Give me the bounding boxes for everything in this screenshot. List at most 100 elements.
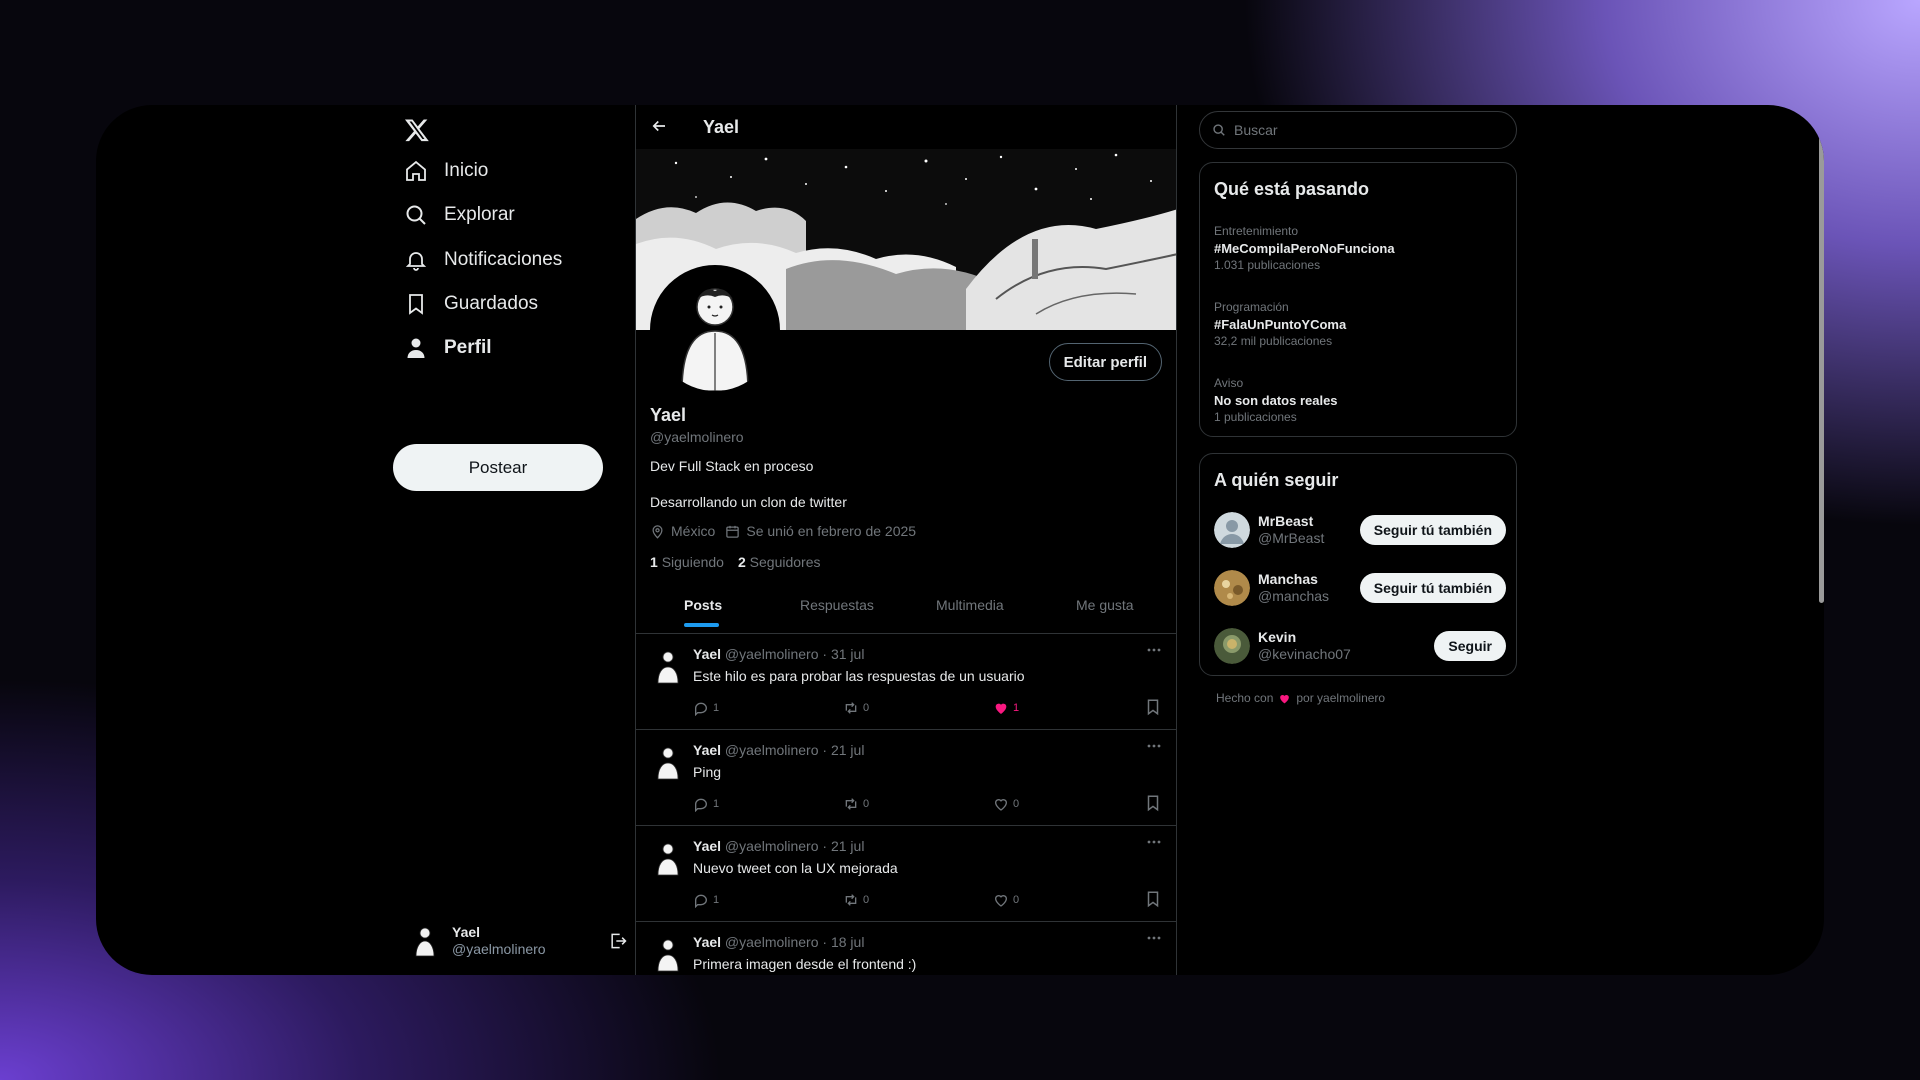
more-options-icon[interactable] — [1146, 834, 1162, 850]
right-sidebar: Qué está pasando Entretenimiento #MeComp… — [1177, 105, 1824, 975]
tweet-avatar[interactable] — [653, 744, 683, 780]
follow-button[interactable]: Seguir tú también — [1359, 573, 1506, 603]
heart-icon — [1280, 694, 1290, 703]
post-button[interactable]: Postear — [393, 444, 603, 491]
follow-button[interactable]: Seguir tú también — [1359, 515, 1506, 545]
sidebar-item-explorar[interactable]: Explorar — [404, 203, 515, 227]
trend-item[interactable]: Programación #FalaUnPuntoYComa 32,2 mil … — [1214, 299, 1346, 350]
trend-item[interactable]: Entretenimiento #MeCompilaPeroNoFunciona… — [1214, 223, 1395, 274]
sidebar-item-label: Guardados — [444, 293, 539, 314]
trend-item[interactable]: Aviso No son datos reales 1 publicacione… — [1214, 375, 1338, 426]
retweet-button[interactable]: 0 — [843, 892, 869, 908]
sidebar-item-perfil[interactable]: Perfil — [404, 336, 492, 360]
tab-me-gusta[interactable]: Me gusta — [1076, 590, 1134, 634]
more-options-icon[interactable] — [1146, 642, 1162, 658]
tweet[interactable]: Yael @yaelmolinero · 21 jul Nuevo tweet … — [636, 826, 1176, 922]
followers-link[interactable]: 2 Seguidores — [738, 554, 821, 570]
footer-author[interactable]: por yaelmolinero — [1296, 691, 1385, 705]
like-button[interactable]: 0 — [993, 796, 1019, 812]
tweet-author-name[interactable]: Yael — [693, 742, 721, 758]
tweet-author-handle: @yaelmolinero — [724, 838, 819, 854]
trend-category: Entretenimiento — [1214, 224, 1299, 238]
retweet-button[interactable]: 0 — [843, 700, 869, 716]
bookmark-icon[interactable] — [1144, 698, 1162, 716]
trend-category: Programación — [1214, 300, 1289, 314]
tweet[interactable]: Yael @yaelmolinero · 18 jul Primera imag… — [636, 922, 1176, 975]
following-count: 1 — [650, 554, 658, 570]
suggested-user[interactable]: Manchas @manchas Seguir tú también — [1214, 568, 1506, 608]
who-to-follow-title: A quién seguir — [1214, 470, 1339, 490]
tweet-author-handle: @yaelmolinero — [724, 646, 819, 662]
tweet-avatar[interactable] — [653, 936, 683, 972]
follow-button[interactable]: Seguir — [1434, 631, 1506, 661]
sidebar-item-notificaciones[interactable]: Notificaciones — [404, 248, 562, 272]
profile-avatar[interactable] — [650, 265, 780, 395]
trend-tag: #MeCompilaPeroNoFunciona — [1214, 241, 1395, 256]
tweet-text: Primera imagen desde el frontend :) — [693, 956, 917, 972]
retweet-button[interactable]: 0 — [843, 796, 869, 812]
tweet-header: Yael @yaelmolinero · 21 jul — [693, 742, 865, 758]
suggested-user[interactable]: Kevin @kevinacho07 Seguir — [1214, 626, 1506, 666]
tweet-author-name[interactable]: Yael — [693, 934, 721, 950]
account-switcher[interactable]: Yael @yaelmolinero — [408, 919, 628, 963]
tweet-date: 21 jul — [830, 838, 865, 854]
tweet-date: 21 jul — [830, 742, 865, 758]
suggested-user-handle: @kevinacho07 — [1258, 646, 1351, 662]
suggested-user[interactable]: MrBeast @MrBeast Seguir tú también — [1214, 510, 1506, 550]
more-options-icon[interactable] — [1146, 930, 1162, 946]
heart-icon — [994, 799, 1008, 811]
reply-icon — [695, 702, 707, 716]
tweet-author-name[interactable]: Yael — [693, 646, 721, 662]
x-logo-icon[interactable] — [404, 117, 430, 143]
tweet-text: Nuevo tweet con la UX mejorada — [693, 860, 898, 876]
profile-name: Yael — [650, 405, 687, 425]
retweet-icon — [845, 894, 857, 906]
tab-respuestas[interactable]: Respuestas — [800, 590, 874, 634]
like-button[interactable]: 1 — [993, 700, 1019, 716]
tweet[interactable]: Yael @yaelmolinero · 21 jul Ping 1 0 0 — [636, 730, 1176, 826]
more-options-icon[interactable] — [1146, 738, 1162, 754]
back-arrow-icon[interactable] — [650, 117, 668, 135]
bookmark-icon[interactable] — [1144, 794, 1162, 812]
tweet-avatar[interactable] — [653, 648, 683, 684]
profile-bio-line-2: Desarrollando un clon de twitter — [650, 494, 847, 510]
logout-icon[interactable] — [608, 931, 628, 951]
tweet-header: Yael @yaelmolinero · 31 jul — [693, 646, 865, 662]
tab-posts[interactable]: Posts — [684, 590, 722, 634]
home-icon — [406, 160, 426, 181]
trend-count: 32,2 mil publicaciones — [1214, 334, 1333, 348]
reply-button[interactable]: 1 — [693, 892, 719, 908]
profile-top-bar: Yael — [636, 105, 1176, 149]
heart-filled-icon — [995, 703, 1007, 714]
bookmark-icon[interactable] — [1144, 890, 1162, 908]
search-box[interactable] — [1199, 111, 1517, 149]
trend-tag: No son datos reales — [1214, 393, 1338, 408]
tab-multimedia[interactable]: Multimedia — [936, 590, 1004, 634]
sidebar-item-inicio[interactable]: Inicio — [404, 159, 488, 183]
sidebar-item-label: Notificaciones — [444, 249, 563, 270]
tweet-avatar[interactable] — [653, 840, 683, 876]
page-title: Yael — [703, 117, 740, 137]
reply-button[interactable]: 1 — [693, 700, 719, 716]
scrollbar[interactable] — [1819, 133, 1824, 603]
sidebar-item-guardados[interactable]: Guardados — [404, 292, 538, 316]
tweet-author-name[interactable]: Yael — [693, 838, 721, 854]
tweet[interactable]: Yael @yaelmolinero · 31 jul Este hilo es… — [636, 634, 1176, 730]
following-link[interactable]: 1 Siguiendo — [650, 554, 724, 570]
followers-label: Seguidores — [749, 554, 821, 570]
sidebar: Inicio Explorar Notificaciones Guardados… — [96, 105, 635, 975]
reply-icon — [695, 798, 707, 812]
suggested-user-name: MrBeast — [1258, 513, 1314, 529]
retweet-count: 0 — [863, 798, 870, 810]
like-button[interactable]: 0 — [993, 892, 1019, 908]
following-label: Siguiendo — [661, 554, 724, 570]
trend-category: Aviso — [1214, 376, 1244, 390]
search-input[interactable] — [1234, 122, 1494, 138]
reply-button[interactable]: 1 — [693, 796, 719, 812]
suggested-user-name: Kevin — [1258, 629, 1297, 645]
profile-follow-stats: 1 Siguiendo 2 Seguidores — [650, 554, 820, 570]
footer-made-with: Hecho con — [1216, 691, 1274, 705]
tweet-header: Yael @yaelmolinero · 21 jul — [693, 838, 865, 854]
edit-profile-button[interactable]: Editar perfil — [1048, 343, 1162, 381]
reply-count: 1 — [713, 798, 720, 810]
